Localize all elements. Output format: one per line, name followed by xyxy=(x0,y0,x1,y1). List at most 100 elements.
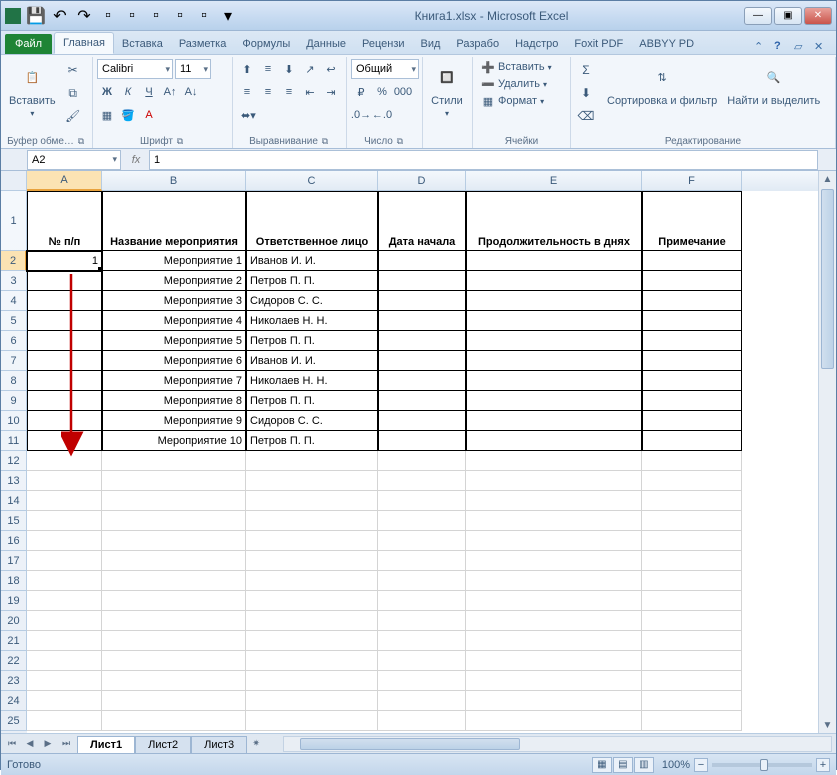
format-painter-icon[interactable]: 🖌 xyxy=(62,105,84,127)
align-middle-icon[interactable]: ≡ xyxy=(258,59,278,79)
empty-cell[interactable] xyxy=(246,651,378,671)
table-cell[interactable] xyxy=(378,391,466,411)
table-cell[interactable]: Мероприятие 6 xyxy=(102,351,246,371)
table-cell[interactable]: Мероприятие 7 xyxy=(102,371,246,391)
empty-cell[interactable] xyxy=(642,691,742,711)
copy-icon[interactable]: ⧉ xyxy=(62,82,84,104)
table-cell[interactable]: Мероприятие 3 xyxy=(102,291,246,311)
maximize-button[interactable]: ▣ xyxy=(774,7,802,25)
column-header[interactable]: A xyxy=(27,171,102,191)
table-cell[interactable] xyxy=(378,351,466,371)
qat-btn[interactable]: ▫ xyxy=(97,5,119,27)
empty-cell[interactable] xyxy=(378,611,466,631)
table-cell[interactable]: Сидоров С. С. xyxy=(246,411,378,431)
column-header[interactable]: E xyxy=(466,171,642,191)
empty-cell[interactable] xyxy=(642,511,742,531)
empty-cell[interactable] xyxy=(378,571,466,591)
empty-cell[interactable] xyxy=(102,551,246,571)
clear-icon[interactable]: ⌫ xyxy=(575,105,597,127)
empty-cell[interactable] xyxy=(27,631,102,651)
empty-cell[interactable] xyxy=(378,691,466,711)
empty-cell[interactable] xyxy=(378,551,466,571)
empty-cell[interactable] xyxy=(466,651,642,671)
scroll-down-icon[interactable]: ▼ xyxy=(819,717,836,733)
empty-cell[interactable] xyxy=(27,551,102,571)
table-cell[interactable] xyxy=(378,291,466,311)
table-cell[interactable] xyxy=(466,351,642,371)
comma-icon[interactable]: 000 xyxy=(393,82,413,102)
table-header-cell[interactable]: № п/п xyxy=(27,191,102,251)
align-right-icon[interactable]: ≡ xyxy=(279,82,299,102)
fill-handle[interactable] xyxy=(98,267,102,271)
table-cell[interactable] xyxy=(642,311,742,331)
table-cell[interactable]: Мероприятие 8 xyxy=(102,391,246,411)
file-tab[interactable]: Файл xyxy=(5,34,52,54)
sheet-nav-prev-icon[interactable]: ◀ xyxy=(21,736,39,752)
table-header-cell[interactable]: Дата начала xyxy=(378,191,466,251)
table-cell[interactable] xyxy=(27,411,102,431)
merge-icon[interactable]: ⬌▾ xyxy=(237,105,260,125)
empty-cell[interactable] xyxy=(642,591,742,611)
increase-indent-icon[interactable]: ⇥ xyxy=(321,82,341,102)
empty-cell[interactable] xyxy=(246,511,378,531)
empty-cell[interactable] xyxy=(246,571,378,591)
fill-color-icon[interactable]: 🪣 xyxy=(118,105,138,125)
table-cell[interactable] xyxy=(27,431,102,451)
empty-cell[interactable] xyxy=(378,631,466,651)
empty-cell[interactable] xyxy=(246,451,378,471)
row-header[interactable]: 18 xyxy=(1,571,27,591)
find-select-button[interactable]: 🔍 Найти и выделить xyxy=(723,59,824,109)
row-header[interactable]: 12 xyxy=(1,451,27,471)
delete-cells-button[interactable]: ➖Удалить▾ xyxy=(477,76,556,92)
scroll-up-icon[interactable]: ▲ xyxy=(819,171,836,187)
row-header[interactable]: 17 xyxy=(1,551,27,571)
decrease-decimal-icon[interactable]: ←.0 xyxy=(372,105,392,125)
help-icon[interactable]: ? xyxy=(774,40,788,54)
empty-cell[interactable] xyxy=(378,491,466,511)
empty-cell[interactable] xyxy=(466,471,642,491)
empty-cell[interactable] xyxy=(246,631,378,651)
qat-btn[interactable]: ▫ xyxy=(169,5,191,27)
row-header[interactable]: 1 xyxy=(1,191,27,251)
row-header[interactable]: 9 xyxy=(1,391,27,411)
empty-cell[interactable] xyxy=(102,651,246,671)
table-cell[interactable] xyxy=(466,431,642,451)
empty-cell[interactable] xyxy=(102,671,246,691)
row-header[interactable]: 14 xyxy=(1,491,27,511)
row-header[interactable]: 20 xyxy=(1,611,27,631)
tab-abbyy[interactable]: ABBYY PD xyxy=(631,34,702,54)
empty-cell[interactable] xyxy=(246,471,378,491)
empty-cell[interactable] xyxy=(27,711,102,731)
row-header[interactable]: 7 xyxy=(1,351,27,371)
table-cell[interactable]: Сидоров С. С. xyxy=(246,291,378,311)
table-cell[interactable]: Петров П. П. xyxy=(246,331,378,351)
sheet-nav-last-icon[interactable]: ⏭ xyxy=(57,736,75,752)
table-cell[interactable]: Мероприятие 1 xyxy=(102,251,246,271)
wrap-text-icon[interactable]: ↩ xyxy=(321,59,341,79)
row-header[interactable]: 8 xyxy=(1,371,27,391)
empty-cell[interactable] xyxy=(102,511,246,531)
table-cell[interactable] xyxy=(27,311,102,331)
table-cell[interactable] xyxy=(466,331,642,351)
align-top-icon[interactable]: ⬆ xyxy=(237,59,257,79)
empty-cell[interactable] xyxy=(27,571,102,591)
insert-cells-button[interactable]: ➕Вставить▾ xyxy=(477,59,556,75)
empty-cell[interactable] xyxy=(378,511,466,531)
minimize-button[interactable]: — xyxy=(744,7,772,25)
sheet-nav-first-icon[interactable]: ⏮ xyxy=(3,736,21,752)
empty-cell[interactable] xyxy=(102,691,246,711)
italic-button[interactable]: К xyxy=(118,82,138,102)
empty-cell[interactable] xyxy=(246,671,378,691)
row-header[interactable]: 24 xyxy=(1,691,27,711)
empty-cell[interactable] xyxy=(102,611,246,631)
table-cell[interactable]: Николаев Н. Н. xyxy=(246,311,378,331)
view-normal-icon[interactable]: ▦ xyxy=(592,757,612,773)
empty-cell[interactable] xyxy=(642,551,742,571)
sheet-nav-next-icon[interactable]: ▶ xyxy=(39,736,57,752)
empty-cell[interactable] xyxy=(246,531,378,551)
row-header[interactable]: 15 xyxy=(1,511,27,531)
horizontal-scrollbar[interactable] xyxy=(283,736,832,752)
save-icon[interactable]: 💾 xyxy=(25,5,47,27)
zoom-in-button[interactable]: + xyxy=(816,758,830,772)
table-cell[interactable] xyxy=(27,331,102,351)
